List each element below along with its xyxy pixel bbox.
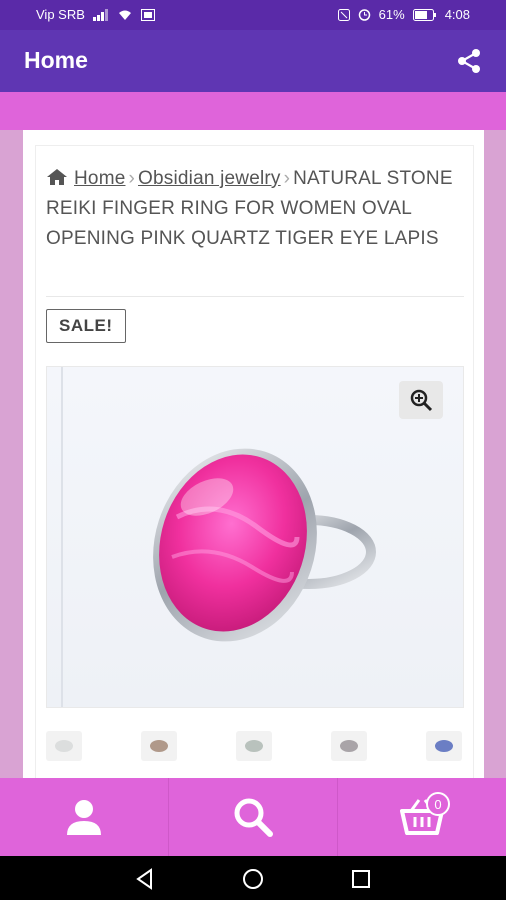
- sale-badge: SALE!: [46, 309, 126, 343]
- bottom-nav: 0: [0, 778, 506, 856]
- system-nav-bar: [0, 856, 506, 900]
- product-card: Home › Obsidian jewelry › NATURAL STONE REIK…: [23, 130, 484, 790]
- cart-button[interactable]: 0: [338, 778, 506, 856]
- clock: 4:08: [444, 7, 470, 22]
- share-icon[interactable]: [456, 48, 482, 74]
- search-button[interactable]: [169, 778, 337, 856]
- thumbnail-stone: [435, 740, 453, 752]
- thumbnail[interactable]: [236, 731, 272, 761]
- breadcrumb-category-link[interactable]: Obsidian jewelry: [138, 168, 281, 189]
- cart-count-badge: 0: [426, 792, 450, 816]
- wifi-icon: [118, 10, 131, 20]
- carrier-label: Vip SRB: [36, 7, 85, 22]
- thumbnail[interactable]: [426, 731, 462, 761]
- product-container: Home › Obsidian jewelry › NATURAL STONE REIK…: [35, 145, 474, 790]
- account-button[interactable]: [0, 778, 168, 856]
- alarm-icon: [358, 9, 370, 21]
- battery-icon: [412, 8, 436, 21]
- breadcrumb-separator: ›: [128, 168, 136, 189]
- recent-apps-icon[interactable]: [350, 868, 372, 890]
- zoom-in-icon: [410, 389, 433, 412]
- battery-percent: 61%: [378, 7, 405, 22]
- user-icon: [67, 800, 101, 835]
- thumbnail-strip: [36, 731, 473, 771]
- thumbnail-stone: [150, 740, 168, 752]
- thumbnail[interactable]: [331, 731, 367, 761]
- product-image[interactable]: [46, 366, 464, 708]
- thumbnail[interactable]: [141, 731, 177, 761]
- zoom-button[interactable]: [399, 381, 443, 419]
- thumbnail-stone: [340, 740, 358, 752]
- thumbnail-stone: [55, 740, 73, 752]
- signal-icon: [92, 8, 108, 21]
- home-circle-icon[interactable]: [242, 868, 264, 890]
- thumbnail[interactable]: [46, 731, 82, 761]
- notification-icon: [140, 8, 155, 21]
- thumbnail-stone: [245, 740, 263, 752]
- nfc-icon: [337, 8, 350, 21]
- breadcrumb-home-link[interactable]: Home: [74, 168, 125, 189]
- status-bar: Vip SRB 61% 4:08: [0, 0, 506, 30]
- app-title: Home: [24, 47, 88, 73]
- breadcrumb: Home › Obsidian jewelry › NATURAL STONE REIK…: [46, 164, 464, 254]
- breadcrumb-separator: ›: [283, 168, 291, 189]
- app-bar: Home: [0, 30, 506, 92]
- search-icon: [234, 798, 273, 837]
- home-icon: [47, 169, 67, 185]
- divider: [46, 296, 464, 297]
- back-icon[interactable]: [134, 868, 156, 890]
- header-band: [0, 92, 506, 130]
